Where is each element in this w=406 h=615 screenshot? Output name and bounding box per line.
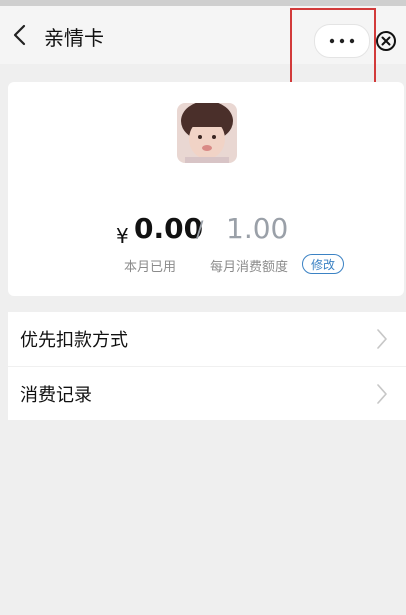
list-item-payment-method[interactable]: 优先扣款方式 bbox=[8, 312, 406, 366]
chevron-left-icon bbox=[13, 24, 26, 46]
amount-separator: / bbox=[196, 218, 204, 243]
used-label: 本月已用 bbox=[124, 260, 177, 275]
close-circle-icon bbox=[376, 31, 396, 51]
amount-labels: 本月已用 每月消费额度 修改 bbox=[0, 254, 406, 276]
settings-list: 优先扣款方式 消费记录 bbox=[8, 312, 406, 420]
close-button[interactable] bbox=[374, 29, 398, 53]
back-button[interactable] bbox=[8, 20, 32, 50]
list-item-label: 优先扣款方式 bbox=[20, 330, 128, 351]
edit-quota-button[interactable]: 修改 bbox=[302, 254, 344, 274]
avatar-image bbox=[177, 103, 237, 163]
annotation-highlight-box bbox=[290, 8, 376, 84]
used-amount: 0.00 bbox=[134, 212, 204, 245]
page-title: 亲情卡 bbox=[44, 26, 104, 50]
monthly-quota-amount: 1.00 bbox=[226, 212, 289, 245]
list-item-spending-records[interactable]: 消费记录 bbox=[8, 367, 406, 421]
chevron-right-icon bbox=[377, 384, 387, 404]
list-item-label: 消费记录 bbox=[20, 385, 92, 406]
amount-row: ¥ 0.00 / 1.00 bbox=[0, 212, 406, 252]
currency-symbol: ¥ bbox=[116, 224, 129, 248]
chevron-right-icon bbox=[377, 329, 387, 349]
quota-label: 每月消费额度 bbox=[210, 260, 289, 275]
avatar bbox=[177, 103, 237, 163]
